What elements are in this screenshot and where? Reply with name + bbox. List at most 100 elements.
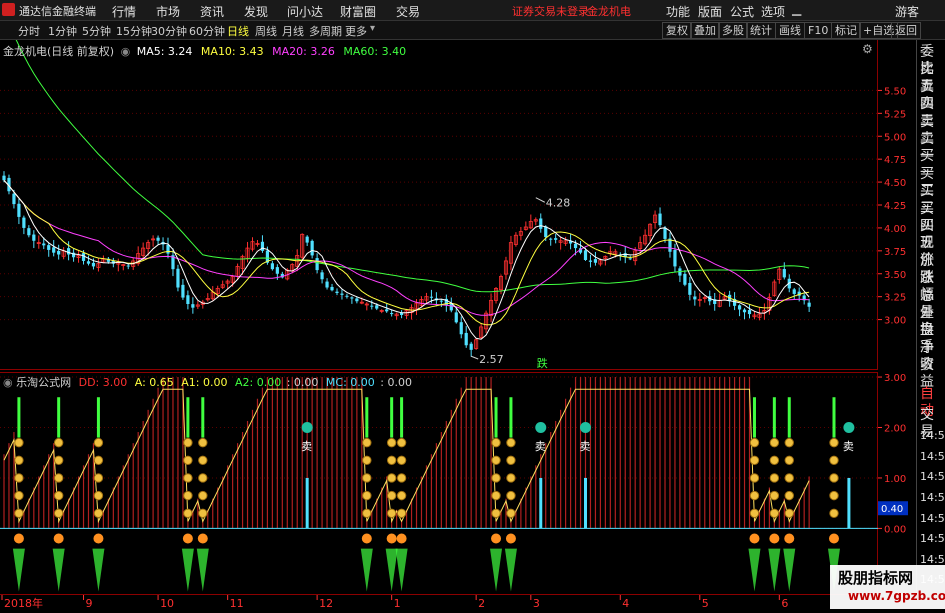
- candle-body: [320, 272, 324, 280]
- quote-side-panel[interactable]: 委比 卖五 卖四 卖三 卖二 卖一 买一 买二 买三 买四 买五 现价 涨跌 涨幅 总量 外盘 换手 净资 收益 自动…: [916, 40, 945, 594]
- candle-body: [330, 286, 334, 291]
- minimize-icon[interactable]: ▁: [792, 2, 801, 16]
- coin-icon: [14, 508, 24, 518]
- guest-label[interactable]: 游客: [895, 3, 919, 20]
- coin-icon: [362, 508, 372, 518]
- period-intraday[interactable]: 分时: [18, 23, 40, 39]
- multi-stock-button[interactable]: 多股: [718, 22, 748, 39]
- candle-body: [658, 213, 662, 226]
- period-multi[interactable]: 多周期: [309, 23, 342, 39]
- period-5min[interactable]: 5分钟: [82, 23, 111, 39]
- menu-ask[interactable]: 问小达: [287, 3, 323, 20]
- price-tick-label: 4.75: [884, 155, 906, 166]
- buy-arrow-icon: [361, 533, 372, 544]
- price-chart[interactable]: 4.28 2.57 跌: [0, 14, 878, 370]
- dd-label: DD: 3.00: [78, 376, 128, 389]
- coin-icon: [386, 455, 397, 465]
- stats-button[interactable]: 统计: [746, 22, 776, 39]
- coin-icon: [784, 473, 794, 483]
- buy-arrow-icon: [769, 533, 780, 544]
- period-monthly[interactable]: 月线: [282, 23, 304, 39]
- trade-time: 14:56: [920, 429, 945, 443]
- candle-body: [454, 312, 458, 323]
- x-tick-label: 4: [622, 597, 629, 610]
- period-weekly[interactable]: 周线: [255, 23, 277, 39]
- candle-body: [181, 284, 185, 298]
- menu-market[interactable]: 市场: [156, 3, 180, 20]
- period-60min[interactable]: 60分钟: [189, 23, 225, 39]
- coin-icon: [396, 490, 407, 501]
- coin-icon: [491, 490, 501, 501]
- ma20-line: [3, 179, 810, 316]
- menu-bar: 通达信金融终端 行情 市场 资讯 发现 问小达 财富圈 交易 证券交易未登录 金…: [0, 0, 945, 21]
- expand-icon[interactable]: ◉: [121, 45, 131, 58]
- coin-icon: [784, 437, 794, 448]
- indicator-title: 乐淘公式网: [16, 376, 72, 389]
- buy-arrow-icon: [13, 533, 24, 544]
- overlay-button[interactable]: 叠加: [690, 22, 720, 39]
- draw-line-button[interactable]: 画线: [775, 22, 805, 39]
- buy-arrow-icon: [396, 533, 407, 544]
- blank2-label: : 0.00: [380, 376, 412, 389]
- indicator-chart[interactable]: 卖卖卖卖: [0, 372, 878, 594]
- price-tick-label: 4.00: [884, 224, 906, 235]
- price-tick-label: 3.00: [884, 316, 906, 327]
- candle-body: [335, 291, 339, 293]
- coin-icon: [93, 437, 104, 448]
- buy-arrow-icon: [93, 533, 104, 544]
- menu-market-quotes[interactable]: 行情: [112, 3, 136, 20]
- watermark-title: 股朋指标网: [838, 569, 914, 587]
- coin-icon: [491, 437, 501, 448]
- price-tick-label: 5.50: [884, 86, 906, 97]
- period-15min[interactable]: 15分钟: [116, 23, 152, 39]
- coin-icon: [829, 508, 839, 518]
- period-30min[interactable]: 30分钟: [151, 23, 187, 39]
- candle-body: [52, 247, 56, 253]
- candle-body: [32, 234, 36, 241]
- coin-icon: [506, 455, 516, 465]
- menu-formula[interactable]: 公式: [730, 3, 754, 20]
- ma5-label: MA5: 3.24: [136, 45, 193, 58]
- buy-arrow-icon: [828, 533, 839, 544]
- candle-body: [260, 241, 265, 251]
- coin-icon: [198, 437, 208, 448]
- dip-spike: [360, 548, 373, 592]
- candle-body: [325, 281, 329, 288]
- coin-icon: [183, 490, 193, 501]
- period-1min[interactable]: 1分钟: [48, 23, 77, 39]
- mark-button[interactable]: 标记: [831, 22, 861, 39]
- price-chart-pane[interactable]: 4.28 2.57 跌 金龙机电(日线 前复权) ◉ MA5: 3.24 MA10:…: [0, 14, 878, 370]
- menu-discover[interactable]: 发现: [244, 3, 268, 20]
- candle-body: [588, 260, 593, 262]
- candle-body: [688, 282, 692, 295]
- coin-icon: [183, 455, 193, 465]
- menu-options[interactable]: 选项: [761, 3, 785, 20]
- price-tick-label: 4.25: [884, 201, 906, 212]
- adjust-button[interactable]: 复权: [662, 22, 692, 39]
- buy-arrow-icon: [182, 533, 193, 544]
- menu-trade[interactable]: 交易: [396, 3, 420, 20]
- settings-icon[interactable]: ⚙: [862, 42, 873, 56]
- menu-layout[interactable]: 版面: [698, 3, 722, 20]
- menu-news[interactable]: 资讯: [200, 3, 224, 20]
- expand-icon[interactable]: ◉: [3, 376, 13, 389]
- menu-function[interactable]: 功能: [666, 3, 690, 20]
- period-daily[interactable]: 日线: [227, 23, 249, 39]
- chevron-down-icon[interactable]: ▾: [370, 23, 375, 34]
- sell-badge-icon: [301, 422, 313, 433]
- coin-icon: [769, 490, 780, 501]
- coin-icon: [506, 508, 516, 518]
- coin-icon: [183, 508, 193, 518]
- coin-icon: [53, 455, 64, 465]
- back-button[interactable]: 返回: [891, 22, 921, 39]
- coin-icon: [14, 473, 24, 483]
- coin-icon: [749, 490, 760, 501]
- indicator-pane[interactable]: 卖 卖 卖 卖 ◉ 乐淘公式网 DD: 3.00 A: 0.65 A1: 0.00 A…: [0, 372, 878, 594]
- coin-icon: [53, 508, 64, 518]
- period-more[interactable]: 更多: [345, 23, 367, 39]
- login-warning[interactable]: 证券交易未登录: [512, 3, 589, 19]
- menu-wealth[interactable]: 财富圈: [340, 3, 376, 20]
- f10-button[interactable]: F10: [804, 22, 833, 39]
- low-pointer: [470, 355, 479, 360]
- x-tick-label: 6: [781, 597, 788, 610]
